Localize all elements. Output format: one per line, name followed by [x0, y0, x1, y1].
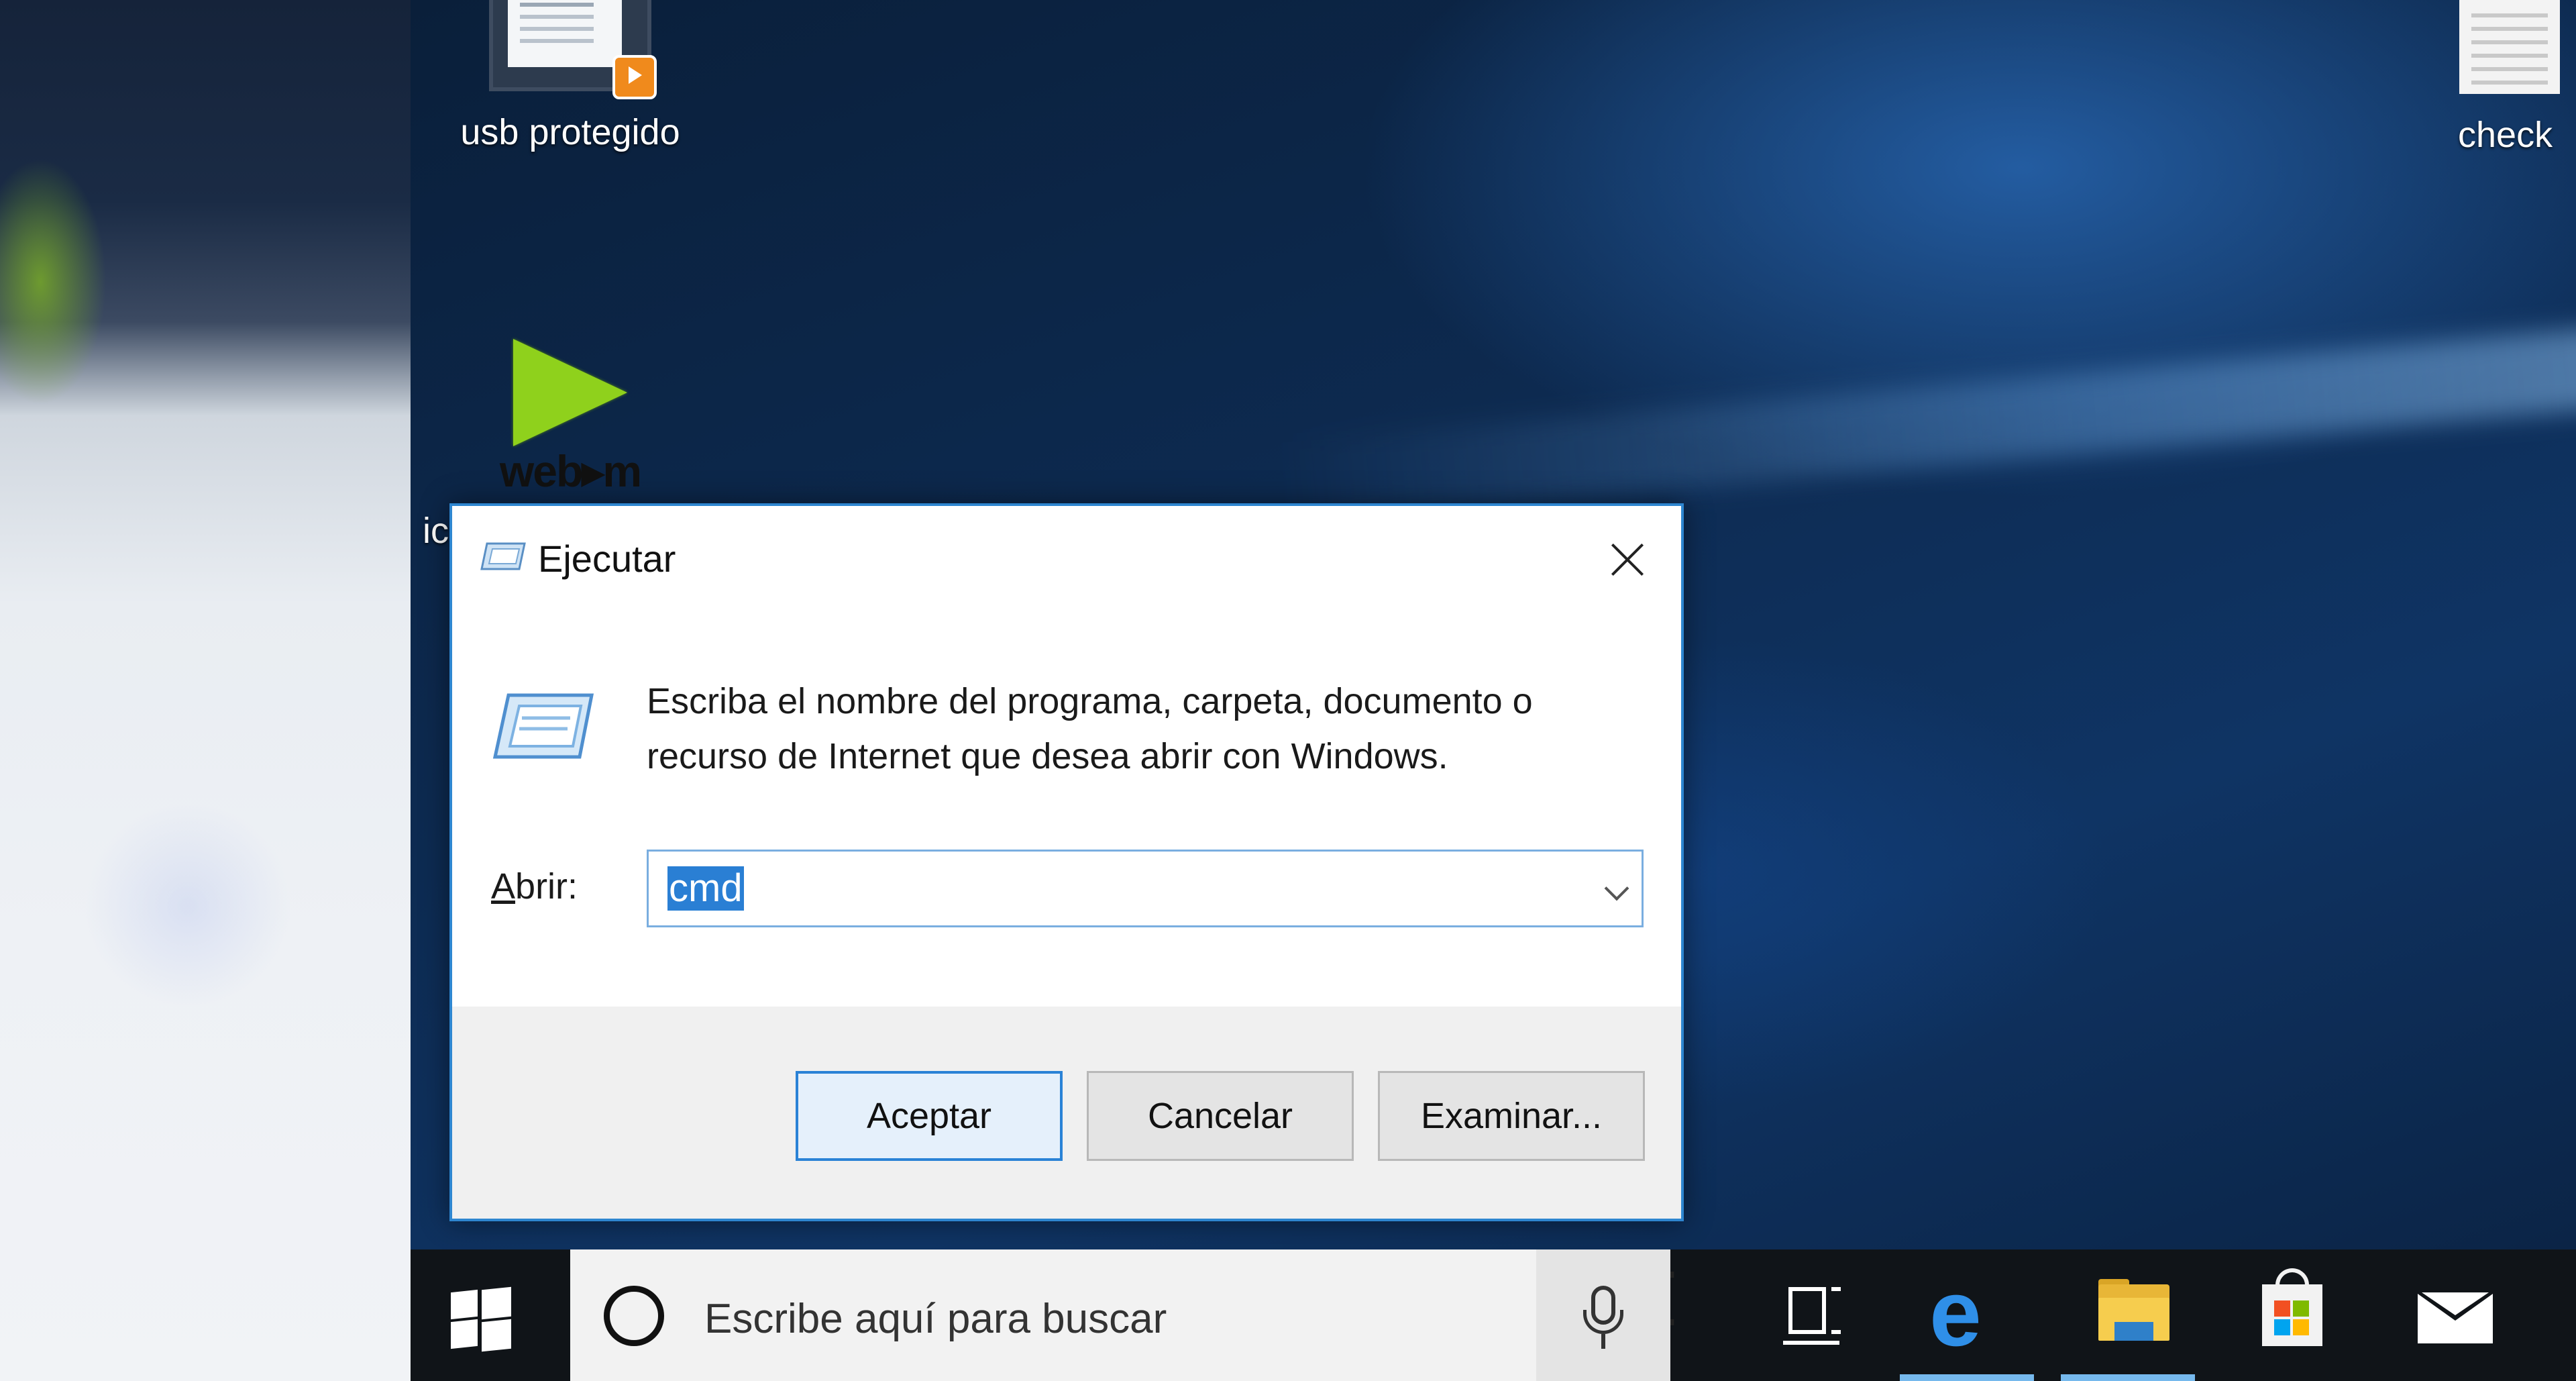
open-field-label: Abrir:	[491, 866, 578, 907]
webm-logo-text: web▸m	[499, 446, 642, 496]
open-label-text: brir:	[515, 866, 578, 907]
accept-button[interactable]: Aceptar	[796, 1071, 1063, 1161]
cancel-button[interactable]: Cancelar	[1087, 1071, 1354, 1161]
store-button[interactable]	[2222, 1249, 2356, 1381]
run-program-icon	[492, 693, 594, 759]
open-combobox[interactable]: cmd	[647, 850, 1644, 927]
desktop-icon-check[interactable]: check	[2428, 0, 2576, 156]
dialog-description: Escriba el nombre del programa, carpeta,…	[647, 681, 1533, 776]
blurred-background-panel	[0, 0, 411, 1381]
run-app-icon	[480, 542, 526, 570]
play-badge-icon	[612, 55, 657, 99]
video-file-icon	[489, 0, 657, 99]
mail-envelope-icon	[2418, 1292, 2493, 1343]
webm-play-icon	[513, 339, 627, 446]
edge-taskbar-button[interactable]: e	[1900, 1249, 2034, 1381]
file-explorer-button[interactable]	[2061, 1249, 2195, 1381]
close-button[interactable]	[1601, 533, 1654, 586]
text-document-icon	[2459, 0, 2560, 94]
run-dialog: Ejecutar Escriba el nombre del programa,…	[449, 503, 1684, 1221]
chevron-down-icon[interactable]	[1604, 876, 1629, 901]
edge-browser-icon: e	[1929, 1260, 1982, 1366]
store-bag-icon	[2262, 1284, 2322, 1346]
mail-button[interactable]	[2383, 1249, 2517, 1381]
search-placeholder: Escribe aquí para buscar	[704, 1296, 1167, 1342]
desktop-icon-label: usb protegido	[460, 112, 680, 152]
dialog-titlebar[interactable]: Ejecutar	[452, 506, 1681, 601]
taskbar: Escribe aquí para buscar I e	[411, 1249, 2576, 1381]
task-view-icon	[1788, 1287, 1826, 1334]
windows-logo-icon	[451, 1289, 478, 1320]
dialog-title: Ejecutar	[538, 538, 676, 580]
browse-button[interactable]: Examinar...	[1378, 1071, 1645, 1161]
desktop-icon-label-partial: ic	[423, 511, 449, 551]
start-button[interactable]	[451, 1286, 511, 1352]
microphone-button[interactable]	[1536, 1249, 1670, 1381]
taskbar-search-box[interactable]: Escribe aquí para buscar I	[570, 1249, 1681, 1381]
desktop-icon-usb-protegido[interactable]: usb protegido	[429, 0, 711, 153]
desktop-icon-webm[interactable]: web▸m	[483, 339, 657, 500]
wallpaper-light-beam	[1279, 303, 2576, 523]
accelerator-key: A	[491, 866, 516, 907]
desktop-icon-label: check	[2458, 115, 2553, 155]
open-input-selected-text[interactable]: cmd	[667, 866, 744, 911]
task-view-button[interactable]	[1746, 1249, 1880, 1381]
cortana-circle-icon	[604, 1286, 664, 1346]
